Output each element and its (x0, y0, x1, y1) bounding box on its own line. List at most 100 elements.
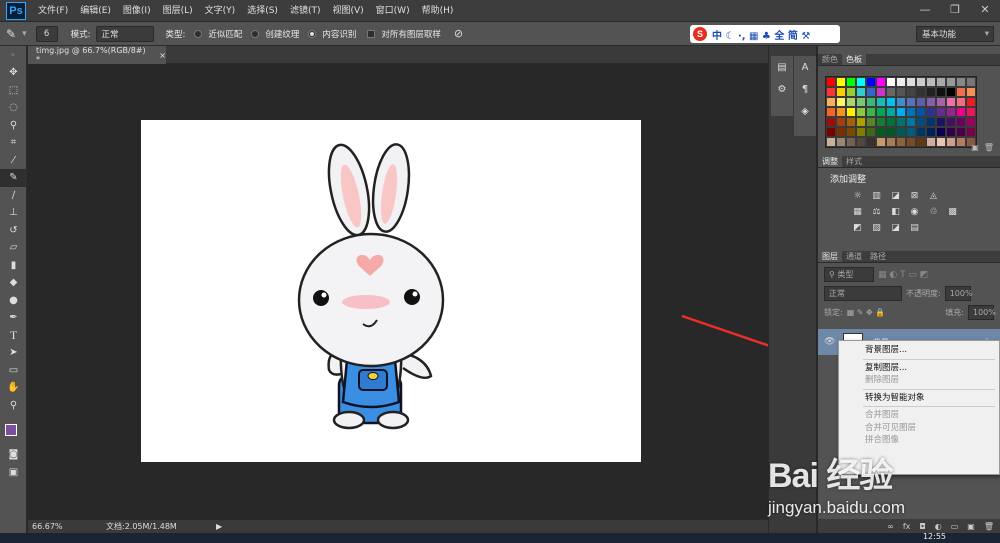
swatch[interactable] (906, 127, 916, 137)
swatch[interactable] (936, 127, 946, 137)
close-tab-icon[interactable]: × (159, 51, 166, 60)
tab-styles[interactable]: 样式 (842, 156, 866, 167)
panel-collapse-icon[interactable]: » (0, 46, 26, 64)
swatch[interactable] (846, 107, 856, 117)
adjustment-icon[interactable]: ▥ (869, 189, 884, 202)
fill-input[interactable]: 100% (968, 305, 996, 320)
swatch[interactable] (836, 117, 846, 127)
swatch[interactable] (886, 87, 896, 97)
swatch[interactable] (856, 87, 866, 97)
swatch[interactable] (896, 137, 906, 147)
type-tool-icon[interactable]: T (0, 327, 27, 345)
tab-layers[interactable]: 图层 (818, 251, 842, 262)
swatch[interactable] (886, 97, 896, 107)
screen-mode-icon[interactable]: ▣ (0, 464, 27, 482)
swatch[interactable] (926, 137, 936, 147)
adjustment-icon[interactable]: ◉ (907, 205, 922, 218)
swatch[interactable] (866, 137, 876, 147)
adjustment-icon[interactable]: ▦ (850, 205, 865, 218)
swatch[interactable] (896, 117, 906, 127)
swatch[interactable] (936, 97, 946, 107)
opacity-input[interactable]: 100% (944, 286, 973, 301)
radio-proximity-match[interactable] (194, 29, 203, 38)
swatch[interactable] (966, 127, 976, 137)
swatch[interactable] (866, 117, 876, 127)
marquee-tool-icon[interactable]: ⬚ (0, 82, 27, 100)
eye-icon[interactable]: 👁 (824, 337, 835, 347)
adjustment-icon[interactable]: ◪ (888, 189, 903, 202)
ime-toolbar[interactable]: S 中 ☾ ·, ▦ ♣ 全 简 ⚒ (690, 25, 840, 43)
swatch[interactable] (826, 137, 836, 147)
adjustment-icon[interactable]: ⊠ (907, 189, 922, 202)
swatch[interactable] (956, 97, 966, 107)
tool-presets-icon[interactable]: ◈ (794, 100, 816, 122)
swatch[interactable] (856, 137, 866, 147)
swatch[interactable] (886, 107, 896, 117)
swatch[interactable] (876, 137, 886, 147)
context-menu-item[interactable]: 复制图层... (839, 362, 999, 375)
menu-item[interactable]: 滤镜(T) (284, 0, 327, 22)
swatch[interactable] (946, 117, 956, 127)
swatch[interactable] (826, 77, 836, 87)
blend-mode-select[interactable]: 正常 (824, 286, 902, 301)
new-layer-icon[interactable]: ▣ (967, 522, 975, 531)
swatch[interactable] (926, 117, 936, 127)
adjustment-icon[interactable]: ⚖ (869, 205, 884, 218)
swatch[interactable] (866, 107, 876, 117)
swatch[interactable] (926, 107, 936, 117)
color-swatches[interactable] (0, 424, 26, 446)
delete-swatch-icon[interactable]: 🗑 (984, 143, 994, 152)
link-layers-icon[interactable]: ∞ (887, 522, 894, 531)
lock-icons[interactable]: ▦ ✎ ✥ 🔒 (847, 308, 886, 317)
swatch[interactable] (966, 97, 976, 107)
trash-icon[interactable]: 🗑 (984, 522, 994, 531)
swatch[interactable] (836, 107, 846, 117)
swatch[interactable] (956, 127, 966, 137)
swatch[interactable] (956, 137, 966, 147)
new-swatch-icon[interactable]: ▣ (971, 143, 979, 152)
swatch[interactable] (836, 77, 846, 87)
swatch[interactable] (896, 87, 906, 97)
quick-select-tool-icon[interactable]: ⚲ (0, 117, 27, 135)
menu-item[interactable]: 窗口(W) (370, 0, 416, 22)
swatch[interactable] (836, 137, 846, 147)
history-panel-icon[interactable]: ▤ (771, 56, 793, 78)
adjustment-icon[interactable]: ◪ (888, 221, 903, 234)
swatch[interactable] (876, 97, 886, 107)
brush-size-picker[interactable]: 6 (35, 25, 58, 42)
swatch[interactable] (916, 137, 926, 147)
layer-filter-icons[interactable]: ▦ ◐ T ▭ ◩ (878, 270, 928, 280)
status-menu-arrow-icon[interactable]: ▶ (216, 522, 222, 531)
add-mask-icon[interactable]: ◘ (919, 522, 925, 531)
swatch[interactable] (946, 77, 956, 87)
eraser-tool-icon[interactable]: ▱ (0, 239, 27, 257)
swatch[interactable] (966, 117, 976, 127)
adjustment-layer-icon[interactable]: ◐ (935, 522, 942, 531)
swatch[interactable] (936, 77, 946, 87)
swatch[interactable] (946, 107, 956, 117)
swatch[interactable] (836, 97, 846, 107)
zoom-tool-icon[interactable]: ⚲ (0, 397, 27, 415)
swatch[interactable] (916, 127, 926, 137)
swatch[interactable] (856, 77, 866, 87)
swatch[interactable] (866, 127, 876, 137)
blur-tool-icon[interactable]: ◆ (0, 274, 27, 292)
swatch[interactable] (876, 127, 886, 137)
gradient-tool-icon[interactable]: ▮ (0, 257, 27, 275)
swatch[interactable] (916, 77, 926, 87)
swatch[interactable] (846, 97, 856, 107)
stamp-tool-icon[interactable]: ⊥ (0, 204, 27, 222)
swatch[interactable] (966, 107, 976, 117)
swatch[interactable] (826, 127, 836, 137)
swatch[interactable] (896, 77, 906, 87)
swatch[interactable] (906, 137, 916, 147)
mode-select[interactable]: 正常 (96, 25, 155, 42)
swatch[interactable] (866, 87, 876, 97)
group-icon[interactable]: ▭ (951, 522, 959, 531)
minimize-button[interactable]: — (910, 0, 940, 18)
adjustment-icon[interactable]: ♲ (926, 205, 941, 218)
swatch[interactable] (876, 107, 886, 117)
hand-tool-icon[interactable]: ✋ (0, 379, 27, 397)
shape-tool-icon[interactable]: ▭ (0, 362, 27, 380)
swatch[interactable] (826, 117, 836, 127)
